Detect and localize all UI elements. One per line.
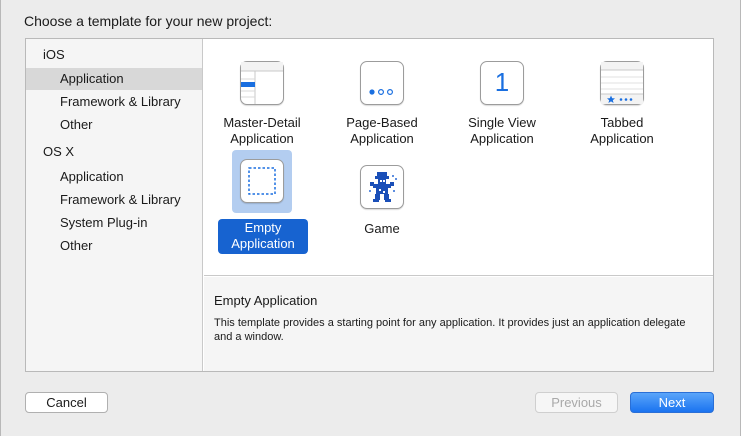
sidebar-group-ios: iOS — [43, 47, 65, 62]
sidebar-item-osx-other[interactable]: Other — [26, 235, 202, 257]
previous-button[interactable]: Previous — [535, 392, 618, 413]
template-label-line2: Application — [470, 131, 534, 146]
sidebar-item-osx-application[interactable]: Application — [26, 166, 202, 188]
dialog-heading: Choose a template for your new project: — [24, 13, 273, 29]
next-button[interactable]: Next — [630, 392, 714, 413]
empty-application-icon — [240, 159, 284, 203]
template-description-text: This template provides a starting point … — [214, 317, 686, 343]
template-label-line2: Application — [590, 131, 654, 146]
template-description-panel: Empty Application This template provides… — [204, 277, 713, 371]
sidebar-item-ios-application[interactable]: Application — [26, 68, 202, 90]
template-label-line1: Game — [364, 221, 400, 236]
template-grid: Master-Detail Application Page-Based App… — [204, 39, 713, 276]
sidebar-item-ios-framework-library[interactable]: Framework & Library — [26, 91, 202, 113]
sidebar-item-osx-framework-library[interactable]: Framework & Library — [26, 189, 202, 211]
single-view-icon: 1 — [480, 61, 524, 105]
template-page-based[interactable]: Page-Based Application — [332, 53, 432, 163]
game-icon — [360, 165, 404, 209]
template-label-line2: Application — [231, 236, 295, 251]
sidebar-group-osx: OS X — [43, 144, 75, 159]
template-chooser-panel: iOS Application Framework & Library Othe… — [25, 38, 714, 372]
template-label-line1: Tabbed — [600, 115, 644, 130]
template-empty-application[interactable]: Empty Application — [218, 150, 318, 267]
template-label-line1: Single View — [468, 115, 536, 130]
dialog-window: Choose a template for your new project: … — [0, 0, 741, 436]
sidebar-item-osx-system-plugin[interactable]: System Plug-in — [26, 212, 202, 234]
sidebar-item-ios-other[interactable]: Other — [26, 114, 202, 136]
template-tabbed[interactable]: Tabbed Application — [572, 53, 672, 163]
template-category-sidebar: iOS Application Framework & Library Othe… — [26, 39, 203, 371]
template-label-line2: Application — [350, 131, 414, 146]
cancel-button[interactable]: Cancel — [25, 392, 108, 413]
single-view-number: 1 — [494, 67, 510, 97]
template-selection-highlight — [232, 150, 292, 213]
template-description-title: Empty Application — [214, 293, 318, 308]
template-game[interactable]: Game — [332, 157, 432, 267]
template-master-detail[interactable]: Master-Detail Application — [212, 53, 312, 163]
master-detail-icon — [240, 61, 284, 105]
template-label-line1: Master-Detail — [223, 115, 301, 130]
template-label-line1: Page-Based — [346, 115, 418, 130]
page-based-icon — [360, 61, 404, 105]
template-label-line2: Application — [230, 131, 294, 146]
template-label-line1: Empty — [244, 220, 282, 235]
tabbed-icon — [600, 61, 644, 105]
template-single-view[interactable]: 1 Single View Application — [452, 53, 552, 163]
